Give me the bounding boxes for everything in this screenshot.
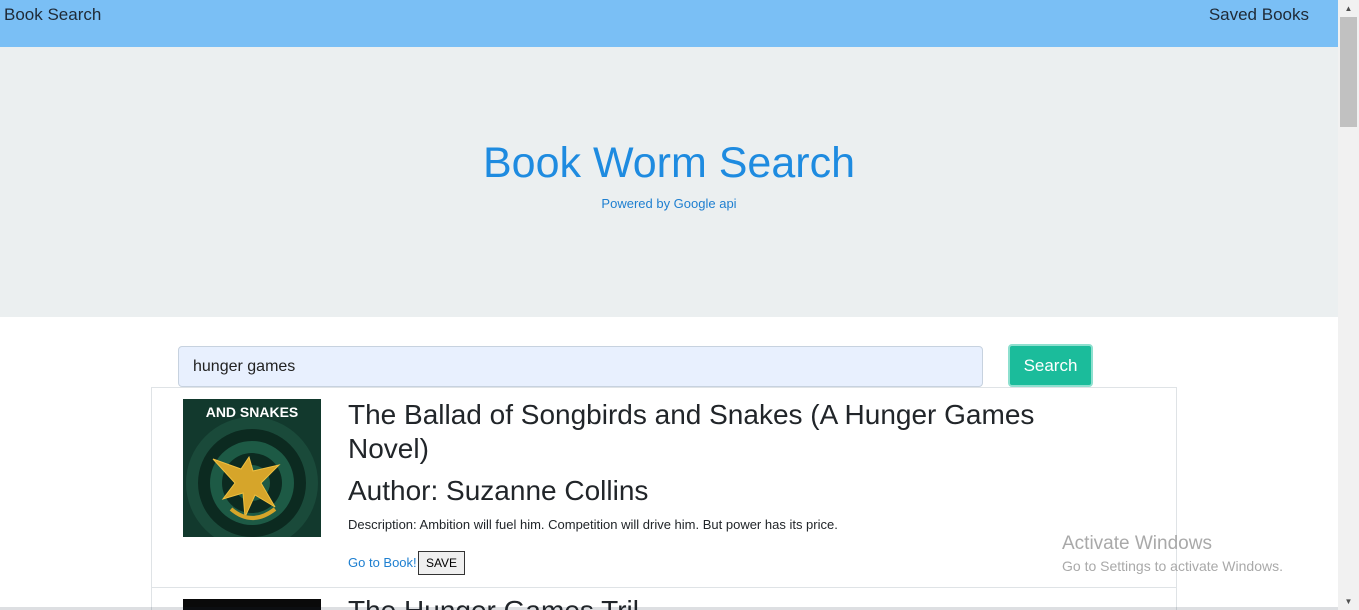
- list-item: AND SNAKES The Ballad of Songbirds and S…: [152, 388, 1176, 588]
- book-description: Description: Ambition will fuel him. Com…: [348, 517, 838, 532]
- nav-brand-link[interactable]: Book Search: [4, 5, 101, 25]
- mockingjay-icon: AND SNAKES: [183, 399, 321, 537]
- save-button[interactable]: SAVE: [418, 551, 465, 575]
- go-to-book-link[interactable]: Go to Book!: [348, 555, 417, 570]
- navbar: Book Search Saved Books: [0, 0, 1338, 47]
- book-title: The Ballad of Songbirds and Snakes (A Hu…: [348, 399, 1035, 464]
- book-cover-image: AND SNAKES: [183, 399, 321, 537]
- vertical-scrollbar[interactable]: ▲ ▼: [1338, 0, 1359, 610]
- page-subtitle: Powered by Google api: [601, 196, 737, 211]
- nav-saved-books-link[interactable]: Saved Books: [1209, 5, 1309, 25]
- book-author: Author: Suzanne Collins: [348, 475, 649, 506]
- page-title: Book Worm Search: [482, 139, 855, 187]
- jumbotron: Book Worm Search Powered by Google api: [0, 47, 1338, 317]
- scroll-down-arrow-icon[interactable]: ▼: [1338, 593, 1359, 610]
- search-button[interactable]: Search: [1008, 344, 1093, 387]
- book-cover-text: AND SNAKES: [206, 404, 299, 420]
- page: Book Search Saved Books Book Worm Search…: [0, 0, 1359, 610]
- results-list: AND SNAKES The Ballad of Songbirds and S…: [151, 387, 1177, 610]
- search-input[interactable]: [178, 346, 983, 387]
- scroll-up-arrow-icon[interactable]: ▲: [1338, 0, 1359, 17]
- scrollbar-thumb[interactable]: [1340, 17, 1357, 127]
